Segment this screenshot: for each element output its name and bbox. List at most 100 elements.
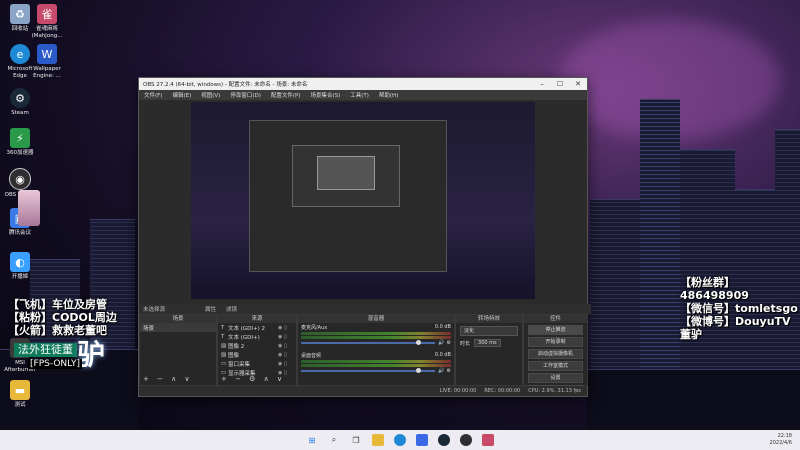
- speaker-icon[interactable]: 🔊: [438, 368, 444, 374]
- wallpaper-engine-icon: W: [37, 44, 57, 64]
- image-icon: ▨: [221, 351, 227, 358]
- obs-preview[interactable]: [191, 102, 535, 299]
- store-icon[interactable]: [416, 434, 428, 446]
- text-icon: T: [221, 333, 225, 340]
- audio-mixer-dock: 混音器 麦克风/Aux 0.0 dB 🔊 ⚙ 桌面音频 0.0 dB 🔊 ⚙: [297, 314, 455, 386]
- scenes-dock-title: 场景: [140, 315, 216, 323]
- scene-info-bar: 未选择源 属性 滤镜: [139, 304, 591, 314]
- no-source-selected-label: 未选择源: [143, 307, 166, 313]
- source-item[interactable]: T 文本 (GDI+) 2 ◉ ▯: [218, 323, 296, 332]
- steam-icon[interactable]: [438, 434, 450, 446]
- sources-dock-toolbar[interactable]: + − ⚙ ∧ ∨: [221, 375, 285, 383]
- minimize-icon[interactable]: –: [533, 80, 551, 88]
- steam-icon: ⚙: [10, 88, 30, 108]
- eye-lock-icons[interactable]: ◉ ▯: [278, 343, 296, 349]
- studio-mode-button[interactable]: 工作室模式: [528, 361, 583, 371]
- scenes-dock: 场景 场景 + − ∧ ∨: [139, 314, 217, 386]
- desktop-icon-folder[interactable]: ▬ 测试: [0, 380, 40, 409]
- cpu-status: CPU: 2.9%, 31.13 fps: [528, 388, 581, 394]
- start-recording-button[interactable]: 开始录制: [528, 337, 583, 347]
- transition-select[interactable]: 淡化: [460, 326, 518, 336]
- eye-lock-icons[interactable]: ◉ ▯: [278, 352, 296, 358]
- menu-scene-collection[interactable]: 场景集合(S): [305, 91, 345, 99]
- eye-lock-icons[interactable]: ◉ ▯: [278, 325, 296, 331]
- transitions-dock-title: 转场特效: [456, 315, 522, 323]
- task-view-icon[interactable]: ❐: [350, 434, 362, 446]
- virtual-camera-button[interactable]: 启动虚拟摄像机: [528, 349, 583, 359]
- obs-window[interactable]: OBS 27.2.4 (64-bit, windows) - 配置文件: 未命名…: [138, 77, 591, 397]
- streamer-portrait-image: [18, 190, 40, 226]
- obs-statusbar: LIVE: 00:00:00 REC: 00:00:00 CPU: 2.9%, …: [139, 386, 587, 396]
- obs-window-title: OBS 27.2.4 (64-bit, windows) - 配置文件: 未命名…: [143, 82, 308, 88]
- obs-menubar: 文件(F) 编辑(E) 视图(V) 停靠窗口(D) 配置文件(P) 场景集合(S…: [139, 90, 587, 100]
- volume-meter: [301, 332, 451, 335]
- sources-dock: 来源 T 文本 (GDI+) 2 ◉ ▯ T 文本 (GDI+) ◉ ▯ ▨ 图像 2 ◉ …: [217, 314, 297, 386]
- scene-item[interactable]: 场景: [140, 323, 216, 332]
- menu-help[interactable]: 帮助(H): [374, 91, 403, 99]
- system-clock[interactable]: 22:18 2022/4/6: [770, 433, 792, 447]
- volume-slider[interactable]: [301, 340, 436, 345]
- volume-meter: [301, 336, 451, 339]
- rec-status: REC: 00:00:00: [484, 388, 521, 394]
- folder-icon: ▬: [10, 380, 30, 400]
- live-icon: ◐: [10, 252, 30, 272]
- gear-icon[interactable]: ⚙: [447, 340, 451, 346]
- image-icon: ▨: [221, 342, 227, 349]
- stop-streaming-button[interactable]: 停止推流: [528, 325, 583, 335]
- filters-button[interactable]: 滤镜: [226, 305, 237, 313]
- mahjong-icon[interactable]: [482, 434, 494, 446]
- mixer-dock-title: 混音器: [298, 315, 454, 323]
- right-info-overlay: 【粉丝群】486498909 【微信号】tomletsgo 【微博号】Douyu…: [680, 276, 798, 341]
- folder-icon[interactable]: [372, 434, 384, 446]
- source-item[interactable]: ▭ 窗口采集 ◉ ▯: [218, 359, 296, 368]
- accelerator-icon: ⚡: [10, 128, 30, 148]
- source-item[interactable]: T 文本 (GDI+) ◉ ▯: [218, 332, 296, 341]
- desktop-icon-accelerator[interactable]: ⚡ 360加速器: [0, 128, 40, 157]
- volume-meter: [301, 360, 451, 363]
- scenes-dock-toolbar[interactable]: + − ∧ ∨: [143, 375, 193, 383]
- desktop-icon-mahjong[interactable]: 雀 雀魂麻将(Mahjong...: [27, 4, 67, 40]
- menu-docks[interactable]: 停靠窗口(D): [225, 91, 266, 99]
- menu-file[interactable]: 文件(F): [139, 91, 167, 99]
- menu-profile[interactable]: 配置文件(P): [266, 91, 306, 99]
- transitions-dock: 转场特效 淡化 时长 300 ms: [455, 314, 523, 386]
- eye-lock-icons[interactable]: ◉ ▯: [278, 361, 296, 367]
- eye-lock-icons[interactable]: ◉ ▯: [278, 334, 296, 340]
- mahjong-icon: 雀: [37, 4, 57, 24]
- obs-docks: 场景 场景 + − ∧ ∨ 来源 T 文本 (GDI+) 2 ◉ ▯ T 文本 (GD…: [139, 314, 588, 395]
- fps-only-tag: [FPS-ONLY]: [28, 359, 82, 369]
- close-icon[interactable]: ✕: [569, 80, 587, 88]
- controls-dock-title: 控件: [524, 315, 587, 323]
- mixer-channel-desktop: 桌面音频 0.0 dB 🔊 ⚙: [301, 352, 451, 374]
- menu-tools[interactable]: 工具(T): [345, 91, 374, 99]
- chat-banner: 法外狂徒董: [14, 343, 77, 357]
- nested-obs-preview: [249, 120, 447, 272]
- menu-view[interactable]: 视图(V): [196, 91, 225, 99]
- desktop-icon-wallpaper-engine[interactable]: W Wallpaper Engine: ...: [27, 44, 67, 80]
- speaker-icon[interactable]: 🔊: [438, 340, 444, 346]
- transition-duration-input[interactable]: 300 ms: [474, 339, 501, 347]
- taskbar: ⊞ ⌕ ❐ 22:18 2022/4/6: [0, 430, 800, 450]
- sources-dock-title: 来源: [218, 315, 296, 323]
- volume-meter: [301, 364, 451, 367]
- window-capture-icon: ▭: [221, 360, 227, 367]
- source-item[interactable]: ▨ 图像 ◉ ▯: [218, 350, 296, 359]
- menu-edit[interactable]: 编辑(E): [167, 91, 196, 99]
- properties-button[interactable]: 属性: [205, 305, 216, 313]
- gear-icon[interactable]: ⚙: [447, 368, 451, 374]
- obs-titlebar[interactable]: OBS 27.2.4 (64-bit, windows) - 配置文件: 未命名…: [139, 78, 587, 90]
- volume-slider[interactable]: [301, 368, 436, 373]
- live-status: LIVE: 00:00:00: [439, 388, 477, 394]
- edge-icon[interactable]: [394, 434, 406, 446]
- left-info-overlay: 【飞机】车位及房管 【粘粉】CODOL周边 【火箭】救救老董吧: [8, 298, 117, 337]
- text-icon: T: [221, 324, 225, 331]
- desktop-icon-live[interactable]: ◐ 开播姬: [0, 252, 40, 281]
- controls-dock: 控件 停止推流 开始录制 启动虚拟摄像机 工作室模式 设置 退出: [523, 314, 588, 395]
- settings-button[interactable]: 设置: [528, 373, 583, 383]
- maximize-icon[interactable]: ☐: [551, 80, 569, 88]
- windows-start-icon[interactable]: ⊞: [306, 434, 318, 446]
- desktop-icon-steam[interactable]: ⚙ Steam: [0, 88, 40, 117]
- obs-icon[interactable]: [460, 434, 472, 446]
- source-item[interactable]: ▨ 图像 2 ◉ ▯: [218, 341, 296, 350]
- search-icon[interactable]: ⌕: [328, 434, 340, 446]
